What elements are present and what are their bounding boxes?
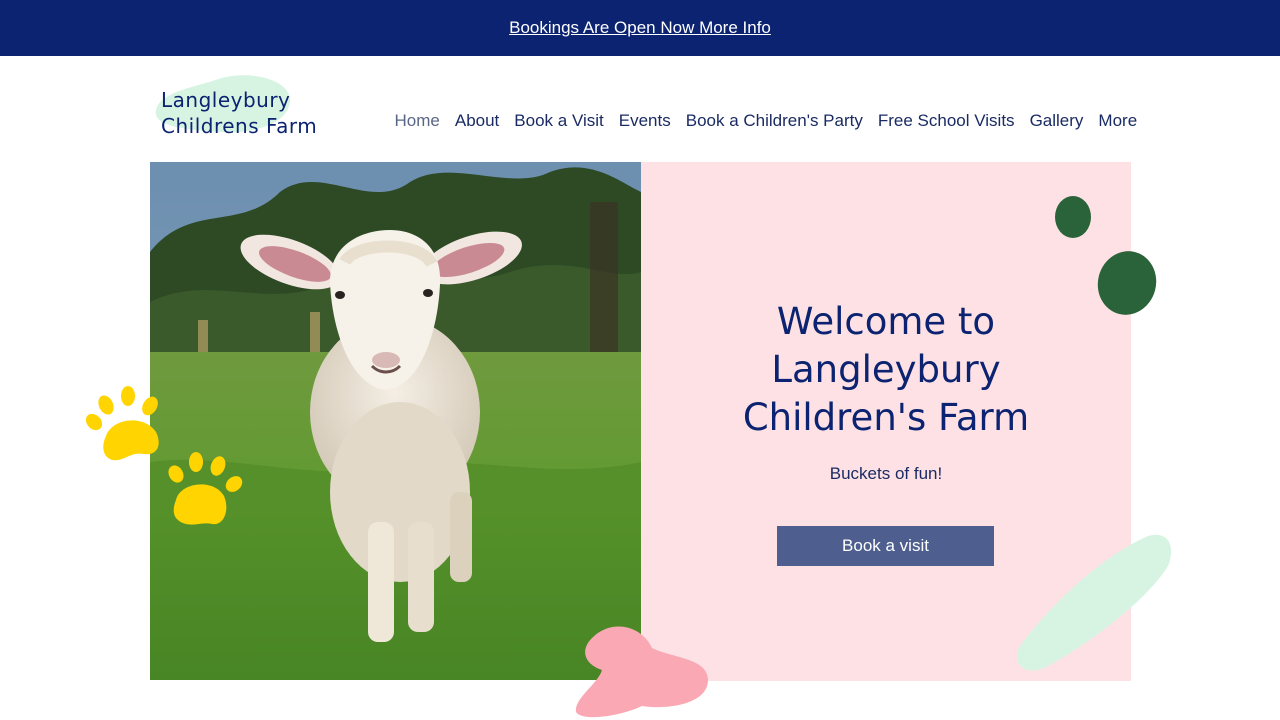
site-logo[interactable]: Langleybury Childrens Farm	[161, 87, 317, 139]
nav-item-about[interactable]: About	[447, 111, 506, 131]
book-a-visit-button[interactable]: Book a visit	[777, 526, 994, 566]
nav-item-school-visits[interactable]: Free School Visits	[870, 111, 1022, 131]
nav-item-home[interactable]: Home	[387, 111, 447, 131]
nav-item-events[interactable]: Events	[611, 111, 678, 131]
nav-item-more[interactable]: More	[1091, 111, 1145, 131]
announcement-link[interactable]: Bookings Are Open Now More Info	[509, 18, 771, 38]
announcement-bar: Bookings Are Open Now More Info	[0, 0, 1280, 56]
logo-line-2: Childrens Farm	[161, 114, 318, 138]
hero-title-line-2: Langleybury	[771, 348, 1001, 391]
logo-line-1: Langleybury	[161, 88, 291, 112]
hero-subtitle: Buckets of fun!	[829, 464, 943, 483]
pink-brush-stroke-decoration	[575, 626, 708, 718]
nav-item-gallery[interactable]: Gallery	[1022, 111, 1091, 131]
hero-title-line-3: Children's Farm	[742, 396, 1030, 439]
hero-title: Welcome to Langleybury Children's Farm	[641, 298, 1131, 442]
nav-item-childrens-party[interactable]: Book a Children's Party	[678, 111, 870, 131]
nav-item-book-a-visit[interactable]: Book a Visit	[507, 111, 611, 131]
green-dots-decoration	[1055, 196, 1157, 315]
paw-print-icon	[85, 386, 159, 461]
hero-lamb-image	[150, 162, 641, 680]
main-nav: Home About Book a Visit Events Book a Ch…	[387, 109, 1145, 133]
mint-brush-stroke-decoration	[1016, 534, 1172, 671]
paw-print-icon	[168, 452, 243, 525]
